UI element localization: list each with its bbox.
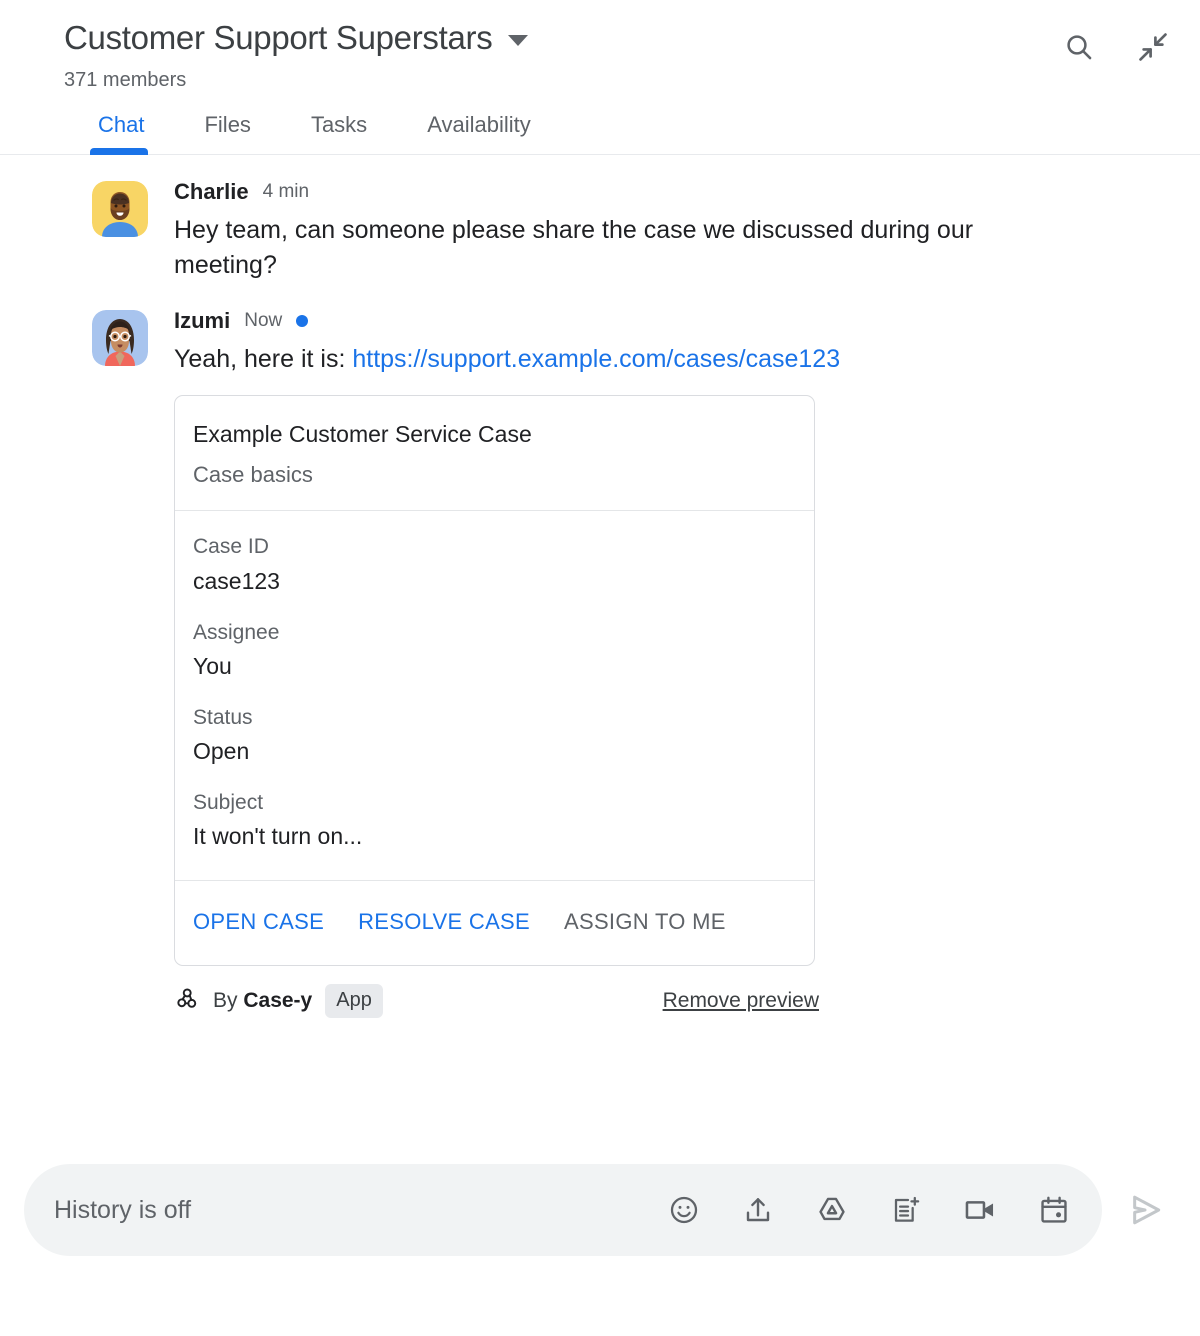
- message-link[interactable]: https://support.example.com/cases/case12…: [352, 345, 840, 373]
- avatar[interactable]: [92, 180, 148, 237]
- member-count: 371 members: [64, 68, 187, 91]
- tab-files-label: Files: [204, 111, 251, 137]
- card-fields: Case ID case123 Assignee You Status Open: [175, 511, 814, 882]
- attribution-text: By Case-y: [213, 989, 312, 1013]
- message-text-prefix: Yeah, here it is:: [174, 344, 353, 373]
- field-value: You: [193, 652, 232, 679]
- open-case-button[interactable]: OPEN CASE: [193, 909, 324, 935]
- case-preview-card: Example Customer Service Case Case basic…: [174, 395, 815, 967]
- calendar-icon[interactable]: [1036, 1192, 1072, 1228]
- message-timestamp: 4 min: [262, 180, 310, 202]
- webhook-bot-icon: [174, 986, 200, 1017]
- card-subtitle: Case basics: [193, 461, 313, 487]
- avatar[interactable]: [92, 309, 148, 366]
- message-item: Charlie 4 min Hey team, can someone plea…: [24, 179, 1176, 284]
- new-document-icon[interactable]: [888, 1192, 924, 1228]
- upload-icon[interactable]: [740, 1192, 776, 1228]
- tab-availability-label: Availability: [427, 111, 531, 137]
- video-camera-icon[interactable]: [962, 1192, 998, 1228]
- chat-space-window: Customer Support Superstars 371 members: [0, 0, 1200, 1336]
- field-label: Status: [193, 705, 253, 729]
- resolve-case-button[interactable]: RESOLVE CASE: [358, 909, 530, 935]
- google-drive-icon[interactable]: [814, 1192, 850, 1228]
- field-label: Subject: [193, 790, 264, 814]
- composer-area: [0, 1150, 1200, 1336]
- message-body: Charlie 4 min Hey team, can someone plea…: [174, 179, 1176, 284]
- card-actions: OPEN CASE RESOLVE CASE ASSIGN TO ME: [175, 881, 814, 965]
- tab-tasks[interactable]: Tasks: [281, 111, 397, 154]
- message-meta: Charlie 4 min: [174, 179, 1176, 205]
- card-title: Example Customer Service Case: [193, 421, 532, 448]
- field-value: It won't turn on...: [193, 823, 363, 850]
- field-value: case123: [193, 567, 280, 594]
- assign-to-me-button[interactable]: ASSIGN TO ME: [564, 909, 726, 935]
- message-author: Izumi: [174, 307, 231, 333]
- field-label: Case ID: [193, 535, 269, 559]
- field-case-id: Case ID case123: [193, 533, 796, 596]
- tab-chat[interactable]: Chat: [64, 111, 174, 154]
- message-timestamp: Now: [244, 309, 283, 331]
- remove-preview-link[interactable]: Remove preview: [663, 989, 819, 1013]
- tab-chat-label: Chat: [98, 111, 145, 137]
- send-button[interactable]: [1116, 1164, 1176, 1256]
- message-text: Yeah, here it is: https://support.exampl…: [174, 342, 1074, 378]
- search-icon[interactable]: [1062, 30, 1096, 64]
- header-actions: [1062, 30, 1170, 64]
- message-body: Izumi Now Yeah, here it is: https://supp…: [174, 308, 1176, 1019]
- message-item: Izumi Now Yeah, here it is: https://supp…: [24, 308, 1176, 1019]
- tab-availability[interactable]: Availability: [397, 111, 561, 154]
- message-author: Charlie: [174, 178, 249, 204]
- space-tabs: Chat Files Tasks Availability: [0, 111, 1200, 155]
- field-status: Status Open: [193, 704, 796, 767]
- unread-indicator-dot: [296, 314, 309, 327]
- tab-tasks-label: Tasks: [310, 111, 368, 137]
- space-header: Customer Support Superstars 371 members: [0, 0, 1200, 92]
- app-badge: App: [325, 984, 383, 1019]
- attribution-app-name: Case-y: [243, 989, 313, 1013]
- card-header: Example Customer Service Case Case basic…: [175, 396, 814, 512]
- message-list: Charlie 4 min Hey team, can someone plea…: [0, 155, 1200, 1150]
- card-attribution: By Case-y App: [174, 984, 383, 1019]
- page-title: Customer Support Superstars: [64, 19, 493, 56]
- composer-tools: [666, 1192, 1072, 1228]
- message-meta: Izumi Now: [174, 308, 1176, 334]
- composer[interactable]: [24, 1164, 1102, 1256]
- field-assignee: Assignee You: [193, 619, 796, 682]
- chevron-down-icon[interactable]: [508, 35, 529, 47]
- status-badge: Open: [193, 738, 250, 765]
- card-attribution-row: By Case-y App Remove preview: [174, 984, 819, 1019]
- message-text: Hey team, can someone please share the c…: [174, 215, 974, 280]
- attribution-prefix: By: [213, 989, 244, 1013]
- emoji-icon[interactable]: [666, 1192, 702, 1228]
- space-title-row[interactable]: Customer Support Superstars: [64, 18, 1176, 58]
- collapse-icon[interactable]: [1136, 30, 1170, 64]
- field-subject: Subject It won't turn on...: [193, 789, 796, 852]
- tab-files[interactable]: Files: [174, 111, 280, 154]
- message-input[interactable]: [54, 1195, 646, 1225]
- field-label: Assignee: [193, 620, 280, 644]
